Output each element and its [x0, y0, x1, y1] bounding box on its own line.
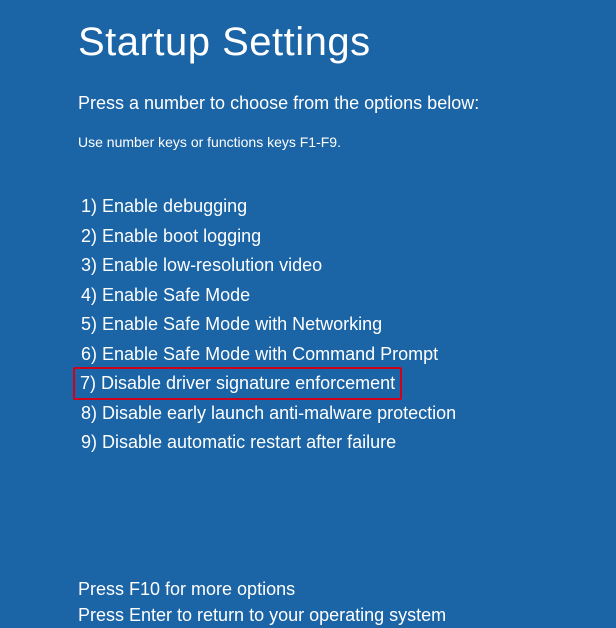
instruction-subtitle: Press a number to choose from the option…	[78, 93, 616, 114]
page-title: Startup Settings	[78, 20, 616, 65]
option-item-4[interactable]: 4) Enable Safe Mode	[78, 281, 253, 310]
footer-more-options: Press F10 for more options	[78, 576, 616, 602]
option-item-3[interactable]: 3) Enable low-resolution video	[78, 251, 325, 280]
keys-hint: Use number keys or functions keys F1-F9.	[78, 134, 616, 150]
options-list: 1) Enable debugging 2) Enable boot loggi…	[78, 192, 616, 458]
option-item-5[interactable]: 5) Enable Safe Mode with Networking	[78, 310, 385, 339]
option-item-7[interactable]: 7) Disable driver signature enforcement	[73, 367, 402, 400]
option-item-9[interactable]: 9) Disable automatic restart after failu…	[78, 428, 399, 457]
option-item-8[interactable]: 8) Disable early launch anti-malware pro…	[78, 399, 459, 428]
startup-settings-screen: Startup Settings Press a number to choos…	[0, 0, 616, 628]
option-item-6[interactable]: 6) Enable Safe Mode with Command Prompt	[78, 340, 441, 369]
option-item-1[interactable]: 1) Enable debugging	[78, 192, 250, 221]
footer-return-text: Press Enter to return to your operating …	[78, 602, 616, 628]
option-item-2[interactable]: 2) Enable boot logging	[78, 222, 264, 251]
